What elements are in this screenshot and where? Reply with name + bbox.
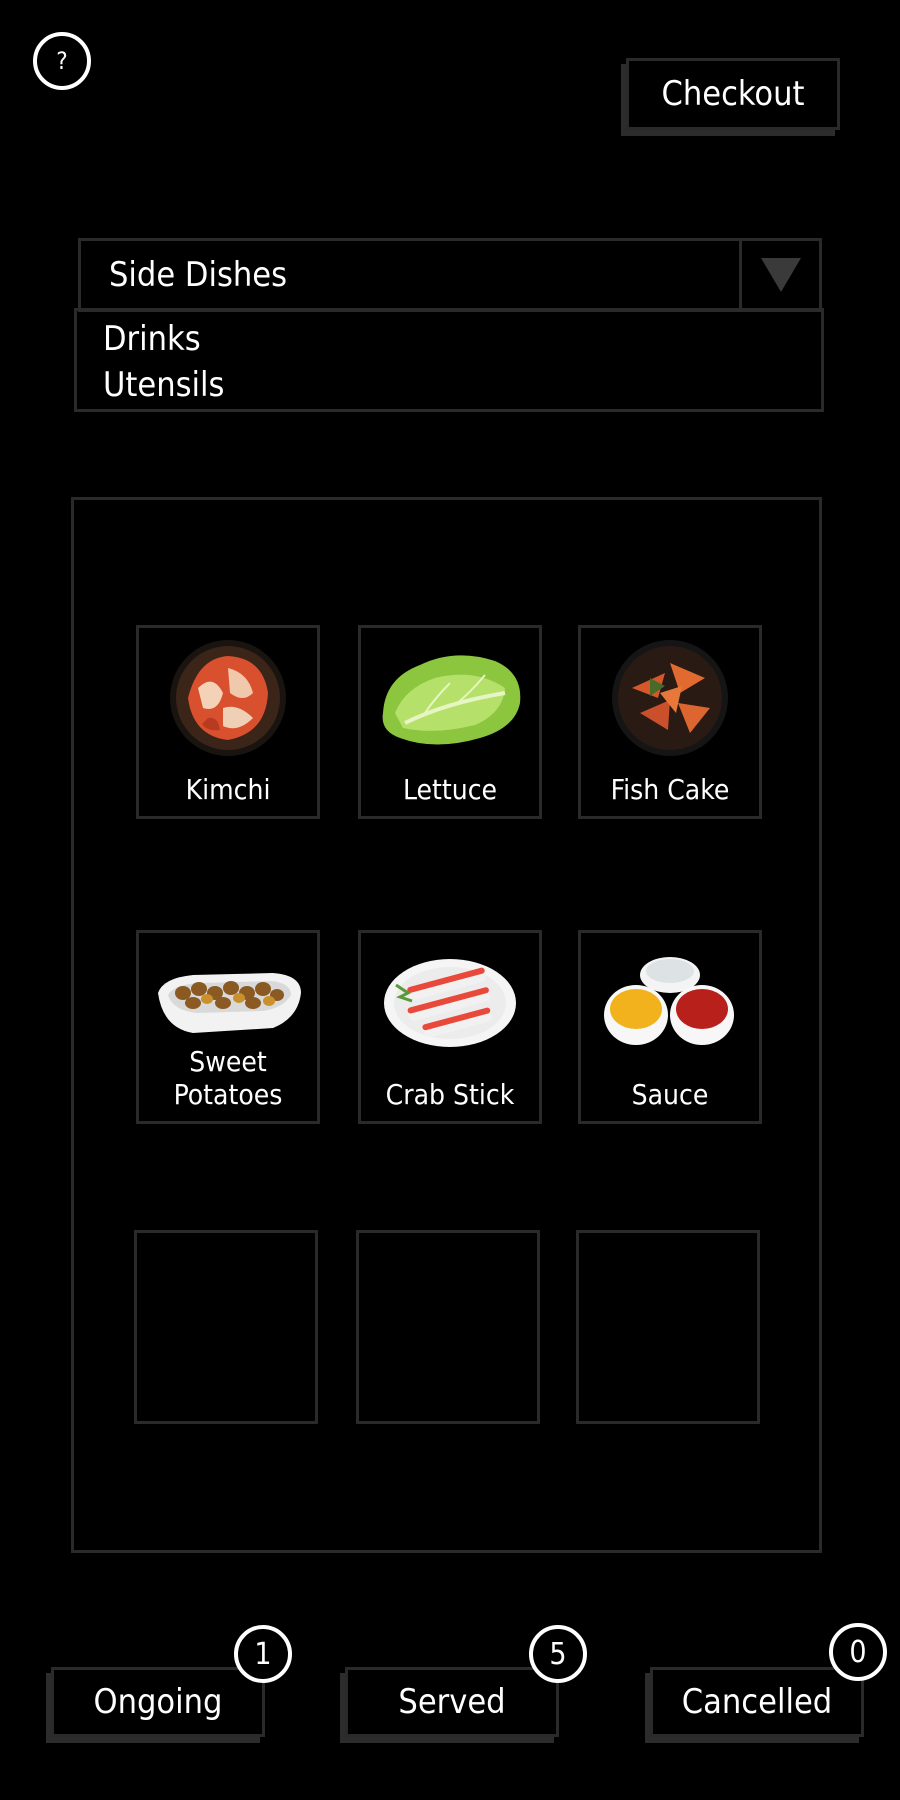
chevron-down-icon	[760, 258, 801, 292]
tab-served[interactable]: Served	[345, 1667, 559, 1737]
category-option-utensils[interactable]: Utensils	[103, 365, 224, 405]
menu-item-lettuce[interactable]: Lettuce	[358, 625, 542, 819]
menu-item-fish-cake[interactable]: Fish Cake	[578, 625, 762, 819]
help-label: ?	[56, 47, 68, 75]
category-options-list: Drinks Utensils	[74, 308, 824, 412]
menu-item-sauce[interactable]: Sauce	[578, 930, 762, 1124]
menu-item-label: Fish Cake	[610, 773, 730, 806]
category-option-drinks[interactable]: Drinks	[103, 319, 201, 359]
cancelled-count-badge: 0	[829, 1623, 887, 1681]
served-count-badge: 5	[529, 1625, 587, 1683]
menu-item-label: Lettuce	[402, 773, 498, 806]
menu-item-sweet-potatoes[interactable]: Sweet Potatoes	[136, 930, 320, 1124]
menu-item-crab-stick[interactable]: Crab Stick	[358, 930, 542, 1124]
tab-cancelled-label: Cancelled	[681, 1682, 833, 1722]
menu-item-label: Sauce	[631, 1078, 709, 1111]
ongoing-count: 1	[254, 1636, 272, 1672]
kimchi-icon	[139, 638, 317, 758]
category-select[interactable]: Side Dishes	[78, 238, 822, 312]
menu-panel: Kimchi Lettuce Fish Cake Sweet Potatoes …	[71, 497, 822, 1553]
empty-menu-slot	[134, 1230, 318, 1424]
category-selected-value: Side Dishes	[109, 255, 288, 295]
empty-menu-slot	[356, 1230, 540, 1424]
tab-cancelled[interactable]: Cancelled	[650, 1667, 864, 1737]
sauce-icon	[581, 943, 759, 1063]
menu-item-label: Crab Stick	[385, 1078, 515, 1111]
empty-menu-slot	[576, 1230, 760, 1424]
menu-item-kimchi[interactable]: Kimchi	[136, 625, 320, 819]
help-button[interactable]: ?	[33, 32, 91, 90]
dropdown-toggle[interactable]	[739, 241, 819, 309]
checkout-button[interactable]: Checkout	[626, 58, 840, 130]
lettuce-icon	[361, 638, 539, 758]
tab-ongoing-label: Ongoing	[93, 1682, 223, 1722]
served-count: 5	[549, 1636, 567, 1672]
tab-served-label: Served	[398, 1682, 506, 1722]
tab-ongoing[interactable]: Ongoing	[51, 1667, 265, 1737]
checkout-label: Checkout	[661, 74, 805, 114]
crab-stick-icon	[361, 943, 539, 1063]
menu-item-label: Kimchi	[185, 773, 271, 806]
menu-item-label: Sweet Potatoes	[173, 1045, 283, 1111]
fish-cake-icon	[581, 638, 759, 758]
ongoing-count-badge: 1	[234, 1625, 292, 1683]
cancelled-count: 0	[849, 1634, 867, 1670]
